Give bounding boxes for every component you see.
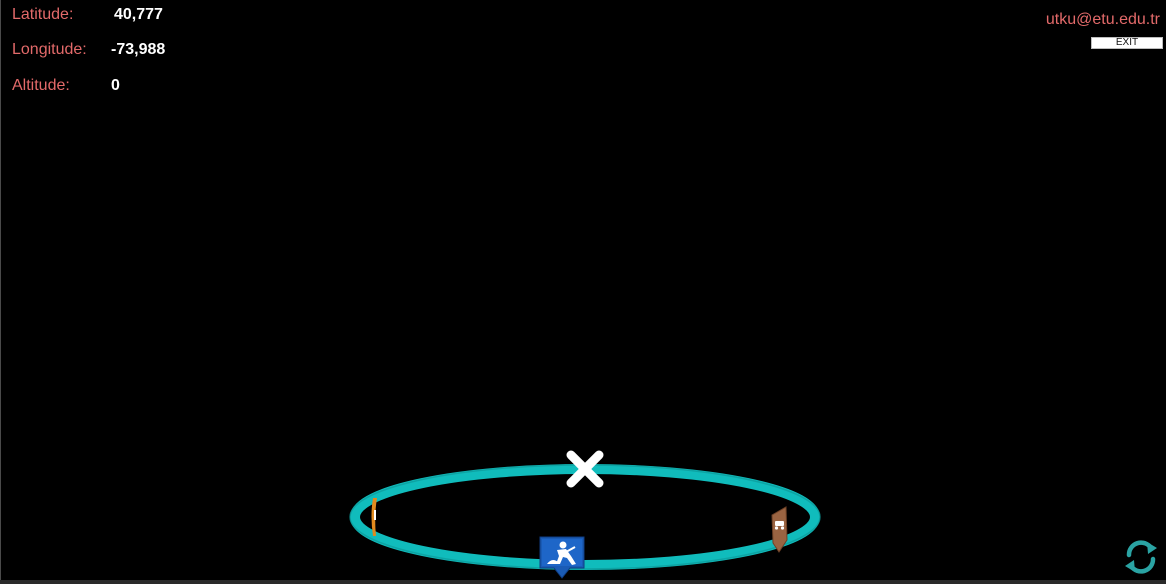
radar-ring-outer — [350, 464, 820, 570]
radar-ring-edge — [349, 464, 821, 570]
radar-ring — [349, 450, 821, 579]
orange-marker-icon[interactable] — [371, 498, 378, 536]
construction-marker-icon[interactable] — [539, 536, 585, 579]
refresh-icon[interactable] — [1121, 537, 1161, 577]
ar-camera-view: Latitude: 40,777 Longitude: -73,988 Alti… — [0, 0, 1166, 584]
